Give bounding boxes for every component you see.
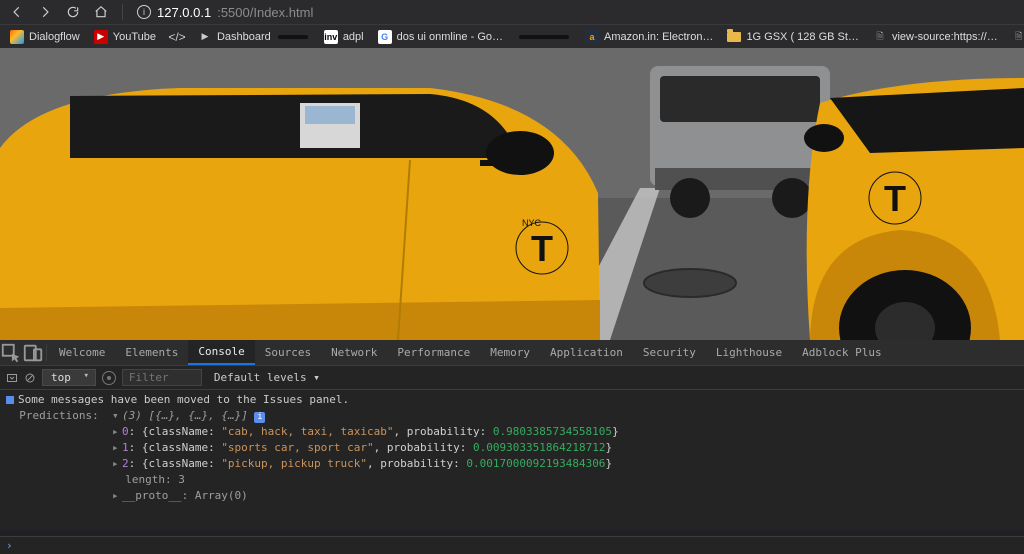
bookmark-item[interactable]: Gdos ui onmline - Go… [378,30,503,44]
amazon-icon: a [585,30,599,44]
devtools-panel: Welcome Elements Console Sources Network… [0,340,1024,530]
home-icon[interactable] [94,5,108,19]
console-filter-input[interactable] [122,369,202,386]
tab-lighthouse[interactable]: Lighthouse [706,340,792,365]
console-toolbar: top Default levels ▾ [0,366,1024,390]
tab-sources[interactable]: Sources [255,340,321,365]
bookmark-item[interactable]: 🗎red [1012,30,1024,44]
google-icon: G [378,30,392,44]
bookmark-item[interactable]: 🗎 view-source:https://… [873,30,998,44]
svg-text:NYC: NYC [522,218,542,228]
tab-network[interactable]: Network [321,340,387,365]
console-output[interactable]: Some messages have been moved to the Iss… [0,390,1024,530]
bookmark-label: adpl [343,31,364,43]
bookmark-item[interactable] [517,35,571,39]
console-prompt[interactable]: › [0,536,1024,554]
document-icon: 🗎 [873,30,887,44]
bookmark-label: 1G GSX ( 128 GB St… [746,31,859,43]
tab-elements[interactable]: Elements [115,340,188,365]
issues-icon [6,396,14,404]
bookmark-label: Dashboard [217,31,271,43]
dialogflow-icon [10,30,24,44]
folder-icon [727,32,741,42]
code-icon: </> [170,30,184,44]
issues-notice: Some messages have been moved to the Iss… [0,392,1024,408]
back-icon[interactable] [10,5,24,19]
svg-text:T: T [884,178,906,219]
console-line: ▸__proto__: Array(0) [0,488,1024,504]
bookmark-item[interactable]: ▶ Dashboard [198,30,310,44]
console-line: ▸1: {className: "sports car, sport car",… [0,440,1024,456]
site-info-icon[interactable]: i [137,5,151,19]
redacted-icon [519,35,569,39]
bookmark-item[interactable]: </> [170,30,184,44]
tab-adblock-plus[interactable]: Adblock Plus [792,340,891,365]
tab-console[interactable]: Console [188,340,254,365]
taxi-image: T NYC T [0,48,1024,340]
page-content: T NYC T [0,48,1024,340]
tab-welcome[interactable]: Welcome [49,340,115,365]
bookmark-label: Amazon.in: Electron… [604,31,713,43]
redacted-icon [278,35,308,39]
address-bar[interactable]: i 127.0.0.1 :5500/Index.html [137,5,1014,20]
tab-application[interactable]: Application [540,340,633,365]
tab-memory[interactable]: Memory [480,340,540,365]
svg-text:T: T [531,228,553,269]
inspect-element-icon[interactable] [0,340,22,365]
bookmark-label: dos ui onmline - Go… [397,31,503,43]
bookmark-item[interactable]: invadpl [324,30,364,44]
bookmark-label: view-source:https://… [892,31,998,43]
bookmark-label: YouTube [113,31,156,43]
execution-context-select[interactable]: top [42,369,96,386]
bookmark-item[interactable]: ▶ YouTube [94,30,156,44]
bookmark-item[interactable]: 1G GSX ( 128 GB St… [727,31,859,43]
reload-icon[interactable] [66,5,80,19]
console-line: ▸0: {className: "cab, hack, taxi, taxica… [0,424,1024,440]
info-badge-icon[interactable]: i [254,412,265,423]
url-host: 127.0.0.1 [157,5,211,20]
log-levels-select[interactable]: Default levels ▾ [208,370,326,385]
url-path: :5500/Index.html [217,5,313,20]
console-line: ▸2: {className: "pickup, pickup truck", … [0,456,1024,472]
tab-performance[interactable]: Performance [387,340,480,365]
console-line: length: 3 [0,472,1024,488]
console-sidebar-toggle-icon[interactable] [6,372,18,384]
play-icon: ▶ [198,30,212,44]
devtools-tabs: Welcome Elements Console Sources Network… [0,340,1024,366]
live-expression-icon[interactable] [102,371,116,385]
bookmark-label: Dialogflow [29,31,80,43]
browser-nav-bar: i 127.0.0.1 :5500/Index.html [0,0,1024,24]
youtube-icon: ▶ [94,30,108,44]
forward-icon[interactable] [38,5,52,19]
document-icon: 🗎 [1012,30,1024,44]
bookmark-item[interactable]: Dialogflow [10,30,80,44]
bookmark-item[interactable]: a Amazon.in: Electron… [585,30,713,44]
tab-security[interactable]: Security [633,340,706,365]
bookmarks-bar: Dialogflow ▶YouTube </> ▶Dashboard invad… [0,24,1024,48]
console-line: Predictions: ▾(3) [{…}, {…}, {…}] i [0,408,1024,424]
device-toggle-icon[interactable] [22,340,44,365]
clear-console-icon[interactable] [24,372,36,384]
chip-icon: inv [324,30,338,44]
